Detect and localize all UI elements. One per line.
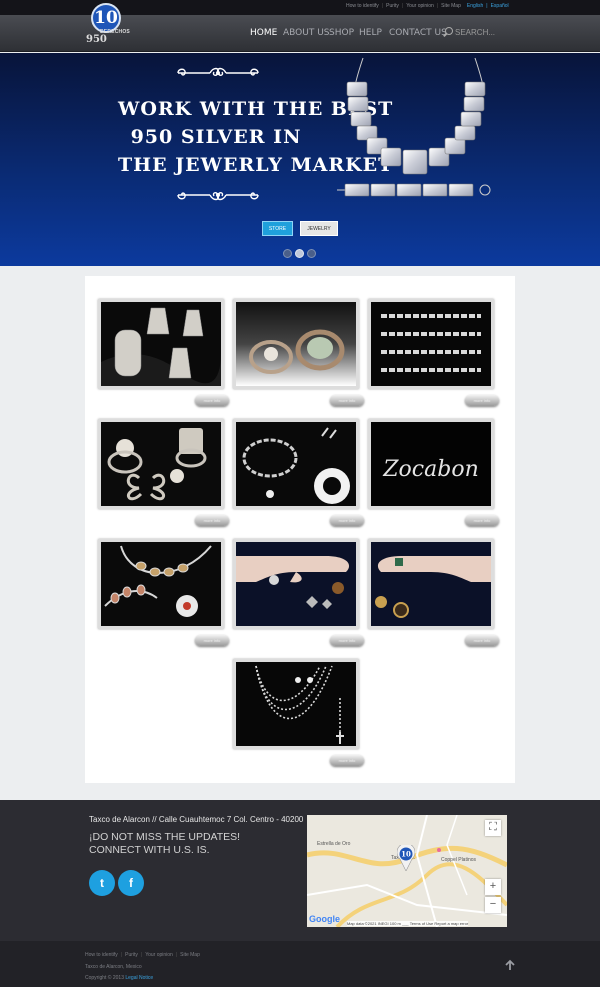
more-info-button-1[interactable]: more info	[195, 395, 229, 406]
gallery-item-colored-necklace[interactable]	[98, 539, 224, 629]
top-link-opinion[interactable]: Your opinion	[406, 3, 434, 9]
footer-location: Taxco de Alarcon, Mexico	[85, 964, 142, 970]
top-links: How to identify | Purity | Your opinion …	[346, 3, 509, 9]
nav-home[interactable]: HOME	[250, 28, 277, 38]
nav-help[interactable]: HELP	[359, 28, 382, 38]
hand-rings-right-image	[371, 542, 491, 626]
twitter-icon: t	[100, 876, 104, 890]
gallery-item-earrings-rings[interactable]	[98, 299, 224, 389]
map-tiles: Estrella de Oro Taxco de... Coppel Plati…	[307, 815, 507, 927]
hand-rings-left-image	[236, 542, 356, 626]
facebook-icon: f	[129, 876, 133, 890]
zocabon-text: Zocabon	[382, 457, 478, 482]
search-icon	[445, 27, 453, 35]
nav-contact-us[interactable]: CONTACT US	[389, 28, 447, 38]
location-map[interactable]: Estrella de Oro Taxco de... Coppel Plati…	[307, 815, 507, 927]
hero-title: WORK WITH THE BEST 950 SILVER IN THE JEW…	[118, 95, 394, 179]
map-attribution[interactable]: Map data ©2021 INEGI 100 m ___ Terms of …	[347, 921, 469, 926]
map-label-estrella: Estrella de Oro	[317, 841, 351, 847]
map-label-coppel: Coppel Platinos	[441, 857, 477, 863]
bottom-link-opinion[interactable]: Your opinion	[145, 952, 173, 958]
butterfly-rings-image	[101, 422, 221, 506]
bottom-link-identify[interactable]: How to identify	[85, 952, 118, 958]
bottom-footer-links: How to identify | Purity | Your opinion …	[85, 952, 200, 958]
ornament-top-icon	[177, 67, 259, 76]
nav-about-us[interactable]: ABOUT US	[283, 28, 330, 38]
nav-shop[interactable]: SHOP	[329, 28, 354, 38]
copyright-text: Copyright © 2013	[85, 975, 124, 981]
gallery-item-hand-rings-left[interactable]	[233, 539, 359, 629]
gallery-item-zocabon[interactable]: Zocabon	[368, 419, 494, 509]
search-box[interactable]	[445, 27, 515, 39]
footer-copyright: Copyright © 2013 Legal Notice	[85, 975, 153, 981]
slider-dot-3[interactable]	[307, 249, 316, 258]
hero-title-line-3: THE JEWERLY MARKET	[118, 154, 394, 176]
silver-necklace-image	[337, 57, 491, 197]
zocabon-image: Zocabon	[371, 422, 491, 506]
lang-espanol[interactable]: Español	[491, 3, 509, 9]
more-info-button-5[interactable]: more info	[330, 515, 364, 526]
more-info-button-6[interactable]: more info	[465, 515, 499, 526]
footer-address: Taxco de Alarcon // Calle Cuauhtemoc 7 C…	[89, 815, 304, 824]
rings-stones-image	[236, 302, 356, 386]
more-info-button-10[interactable]: more info	[330, 755, 364, 766]
ornament-bottom-icon	[177, 192, 259, 201]
footer-cta-line-1: ¡DO NOT MISS THE UPDATES!	[89, 831, 241, 843]
gallery-item-bracelets-chains[interactable]	[368, 299, 494, 389]
slider-dot-1[interactable]	[283, 249, 292, 258]
more-info-button-7[interactable]: more info	[195, 635, 229, 646]
footer-cta-line-2: CONNECT WITH U.S. IS.	[89, 844, 210, 856]
hero-title-line-2: 950 SILVER IN	[130, 126, 302, 148]
gallery-item-bead-necklaces[interactable]	[233, 659, 359, 749]
top-link-sitemap[interactable]: Site Map	[441, 3, 461, 9]
gallery-item-chain-bracelet-pendant[interactable]	[233, 419, 359, 509]
slider-dot-2[interactable]	[295, 249, 304, 258]
more-info-button-8[interactable]: more info	[330, 635, 364, 646]
gallery-item-rings-stones[interactable]	[233, 299, 359, 389]
site-logo[interactable]: 10 DERECHOS 950	[86, 3, 132, 49]
footer-cta: ¡DO NOT MISS THE UPDATES! CONNECT WITH U…	[89, 831, 240, 857]
fullscreen-icon[interactable]: ⛶	[485, 820, 501, 836]
store-button[interactable]: STORE	[262, 221, 293, 236]
bottom-link-purity[interactable]: Purity	[125, 952, 138, 958]
top-link-purity[interactable]: Purity	[386, 3, 399, 9]
more-info-button-3[interactable]: more info	[465, 395, 499, 406]
map-pin-icon[interactable]: 10	[397, 845, 415, 871]
more-info-button-4[interactable]: more info	[195, 515, 229, 526]
hero-title-line-1: WORK WITH THE BEST	[118, 98, 394, 120]
more-info-button-2[interactable]: more info	[330, 395, 364, 406]
jewelry-button[interactable]: JEWELRY	[300, 221, 338, 236]
search-input[interactable]	[455, 27, 515, 38]
scroll-to-top-icon[interactable]	[504, 959, 516, 971]
facebook-button[interactable]: f	[118, 870, 144, 896]
lang-english[interactable]: English	[467, 3, 483, 9]
slider-dots	[283, 249, 316, 258]
top-link-identify[interactable]: How to identify	[346, 3, 379, 9]
google-logo: Google	[309, 914, 340, 924]
bracelets-chains-image	[371, 302, 491, 386]
zoom-out-button[interactable]: −	[485, 897, 501, 913]
chain-bracelet-pendant-image	[236, 422, 356, 506]
colored-necklace-image	[101, 542, 221, 626]
gallery-item-butterfly-rings[interactable]	[98, 419, 224, 509]
earrings-rings-image	[101, 302, 221, 386]
legal-notice-link[interactable]: Legal Notice	[125, 975, 153, 981]
map-pin-text: 10	[401, 850, 411, 859]
gallery-item-hand-rings-right[interactable]	[368, 539, 494, 629]
zoom-in-button[interactable]: +	[485, 879, 501, 895]
bead-necklaces-image	[236, 662, 356, 746]
logo-number: 950	[86, 34, 107, 45]
twitter-button[interactable]: t	[89, 870, 115, 896]
bottom-link-sitemap[interactable]: Site Map	[180, 952, 200, 958]
more-info-button-9[interactable]: more info	[465, 635, 499, 646]
